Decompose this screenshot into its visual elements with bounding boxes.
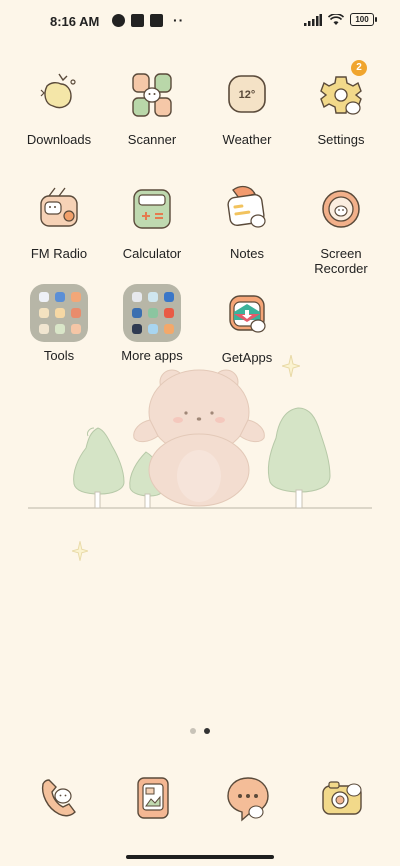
camera-icon <box>322 781 362 815</box>
system-icons: 100 <box>304 13 377 26</box>
app-label: Calculator <box>122 246 182 261</box>
upload-icon <box>150 14 163 27</box>
notification-icons: ·· <box>112 12 185 28</box>
downloads-icon <box>29 66 89 126</box>
gesture-home-bar[interactable] <box>126 855 274 859</box>
fm-radio-icon <box>29 180 89 240</box>
app-downloads[interactable]: Downloads <box>9 66 109 147</box>
battery-icon: 100 <box>350 13 377 26</box>
page-dot[interactable] <box>190 728 196 734</box>
app-weather[interactable]: 12° Weather <box>197 66 297 147</box>
more-apps-folder-icon <box>123 284 181 342</box>
data-saver-icon <box>112 14 125 27</box>
screen-recorder-icon <box>311 180 371 240</box>
page-dot-active[interactable] <box>204 728 210 734</box>
dock-camera[interactable] <box>314 770 370 826</box>
tools-folder-icon <box>30 284 88 342</box>
messages-icon <box>227 777 269 822</box>
app-notes[interactable]: Notes <box>197 180 297 261</box>
weather-temp: 12° <box>239 89 256 101</box>
wallpaper-bear-scene <box>28 369 372 509</box>
dock-phone[interactable] <box>31 770 87 826</box>
app-fm-radio[interactable]: FM Radio <box>9 180 109 261</box>
bear-illustration <box>133 369 265 507</box>
scanner-icon <box>122 66 182 126</box>
app-label: Screen Recorder <box>314 246 368 276</box>
dock-messages[interactable] <box>220 770 276 826</box>
app-calculator[interactable]: Calculator <box>102 180 202 261</box>
gallery-icon <box>137 777 169 819</box>
settings-icon: 2 <box>311 60 371 126</box>
notes-icon <box>217 180 277 240</box>
dock <box>0 770 400 826</box>
page-indicator <box>0 728 400 734</box>
app-label: Settings <box>317 132 365 147</box>
getapps-icon <box>217 284 277 344</box>
weather-icon: 12° <box>217 66 277 126</box>
signal-icon <box>304 13 322 26</box>
app-screen-recorder[interactable]: Screen Recorder <box>291 180 391 276</box>
calculator-icon <box>122 180 182 240</box>
app-label: Downloads <box>26 132 92 147</box>
notification-badge: 2 <box>351 60 367 76</box>
app-label: Scanner <box>127 132 177 147</box>
app-settings[interactable]: 2 Settings <box>291 60 391 147</box>
app-notification-icon <box>131 14 144 27</box>
more-notifications-icon: ·· <box>173 12 185 28</box>
status-bar: 8:16 AM ·· 100 <box>0 0 400 44</box>
app-label: FM Radio <box>30 246 88 261</box>
phone-icon <box>41 779 76 817</box>
app-label: Notes <box>230 246 264 261</box>
app-scanner[interactable]: Scanner <box>102 66 202 147</box>
status-time: 8:16 AM <box>50 14 100 29</box>
sparkle-icon <box>72 541 88 561</box>
app-label: Weather <box>222 132 272 147</box>
dock-gallery[interactable] <box>125 770 181 826</box>
wifi-icon <box>328 13 344 25</box>
